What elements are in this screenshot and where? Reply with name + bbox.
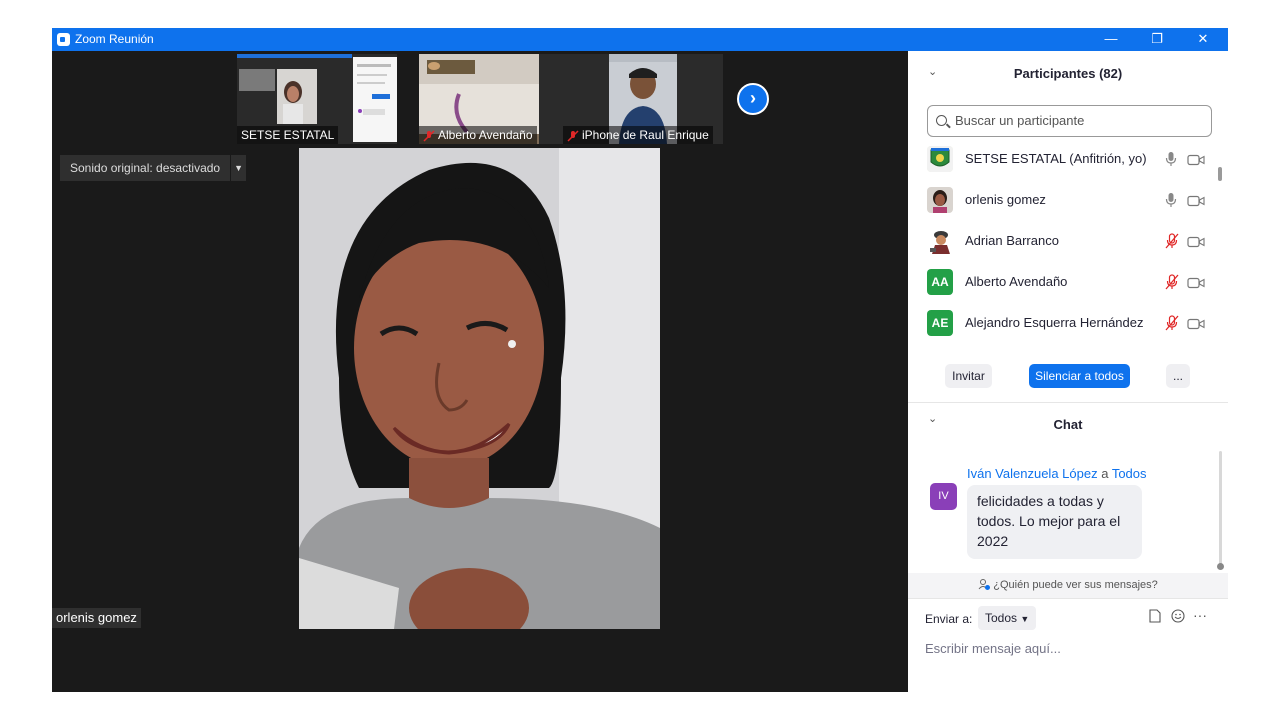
original-sound-toggle[interactable]: Sonido original: desactivado ▼	[60, 155, 247, 181]
participant-name: Alberto Avendaño	[965, 274, 1068, 289]
participant-photo-avatar	[927, 187, 953, 213]
send-to-value: Todos	[985, 611, 1018, 625]
camera-icon[interactable]	[1187, 194, 1205, 207]
chat-to-word: a	[1101, 466, 1109, 481]
thumbnail-video-3[interactable]: iPhone de Raul Enrique	[563, 54, 723, 144]
mic-muted-icon	[567, 129, 579, 142]
chat-title: Chat	[1053, 417, 1083, 432]
participant-list-scrollbar[interactable]	[1218, 167, 1222, 181]
chat-author[interactable]: Iván Valenzuela López	[967, 466, 1098, 481]
dropdown-arrow-icon[interactable]: ▼	[230, 155, 246, 181]
participant-row[interactable]: orlenis gomez	[908, 180, 1218, 221]
participant-name: orlenis gomez	[965, 192, 1046, 207]
microphone-muted-icon[interactable]	[1165, 233, 1179, 249]
microphone-icon[interactable]	[1165, 192, 1177, 208]
minimize-button[interactable]: —	[1088, 28, 1134, 51]
initials-avatar: AE	[927, 310, 953, 336]
camera-icon[interactable]	[1187, 153, 1205, 166]
mic-muted-icon	[423, 129, 435, 142]
zoom-window: Zoom Reunión — ❐ ✕ SETSE ESTATAL Alberto…	[52, 28, 1228, 692]
camera-icon[interactable]	[1187, 235, 1205, 248]
who-can-see-text: ¿Quién puede ver sus mensajes?	[993, 579, 1158, 591]
file-icon[interactable]	[1149, 609, 1161, 626]
microphone-muted-icon[interactable]	[1165, 274, 1179, 290]
who-can-see-bar[interactable]: ¿Quién puede ver sus mensajes?	[908, 573, 1228, 598]
send-to-select[interactable]: Todos ▼	[978, 606, 1037, 630]
participant-row[interactable]: Adrian Barranco	[908, 221, 1218, 262]
mute-all-button[interactable]: Silenciar a todos	[1029, 364, 1130, 388]
camera-icon[interactable]	[1187, 276, 1205, 289]
microphone-muted-icon[interactable]	[1165, 315, 1179, 331]
chat-scrollbar[interactable]	[1219, 451, 1222, 569]
participant-list: SETSE ESTATAL (Anfitrión, yo) orlenis go…	[908, 139, 1218, 349]
participant-row[interactable]: AE Alejandro Esquerra Hernández	[908, 303, 1218, 344]
window-title: Zoom Reunión	[75, 32, 154, 46]
side-panel: ⌄ Participantes (82) Buscar un participa…	[908, 51, 1228, 692]
chat-recipient[interactable]: Todos	[1112, 466, 1147, 481]
thumbnail-name: iPhone de Raul Enrique	[563, 126, 713, 144]
initials-avatar: AA	[927, 269, 953, 295]
participant-search-input[interactable]: Buscar un participante	[927, 105, 1212, 137]
panel-divider	[908, 598, 1228, 599]
participant-name: Adrian Barranco	[965, 233, 1059, 248]
chat-message-bubble: felicidades a todas y todos. Lo mejor pa…	[967, 485, 1142, 559]
video-area: SETSE ESTATAL Alberto Avendaño iPhone de…	[52, 51, 908, 692]
active-speaker-video	[299, 148, 660, 629]
more-options-button[interactable]: ...	[1166, 364, 1190, 388]
title-bar: Zoom Reunión — ❐ ✕	[52, 28, 1228, 51]
search-icon	[936, 115, 947, 126]
search-placeholder: Buscar un participante	[955, 113, 1085, 128]
chat-message-header: Iván Valenzuela López a Todos	[967, 466, 1147, 481]
microphone-icon[interactable]	[1165, 151, 1177, 167]
thumbnail-name: Alberto Avendaño	[419, 126, 537, 144]
camera-icon[interactable]	[1187, 317, 1205, 330]
participants-title: Participantes (82)	[1013, 66, 1123, 81]
participant-row[interactable]: AA Alberto Avendaño	[908, 262, 1218, 303]
emoji-icon[interactable]	[1171, 609, 1185, 626]
chat-message-input[interactable]: Escribir mensaje aquí...	[925, 641, 1061, 656]
invite-button[interactable]: Invitar	[945, 364, 992, 388]
active-speaker-name: orlenis gomez	[52, 608, 141, 628]
speaker-video-frame	[299, 148, 660, 629]
send-to-label: Enviar a:	[925, 612, 973, 626]
participant-name: Alejandro Esquerra Hernández	[965, 315, 1144, 330]
thumbnail-video-2[interactable]: Alberto Avendaño	[419, 54, 579, 144]
thumbnail-name-text: iPhone de Raul Enrique	[582, 128, 709, 142]
thumbnail-video-1[interactable]: SETSE ESTATAL	[237, 54, 397, 144]
more-chat-options-icon[interactable]: ···	[1193, 607, 1207, 623]
person-info-icon	[978, 575, 991, 590]
thumbnail-name-text: SETSE ESTATAL	[241, 128, 335, 142]
participant-row[interactable]: SETSE ESTATAL (Anfitrión, yo)	[908, 139, 1218, 180]
chat-scroll-thumb[interactable]	[1217, 563, 1224, 570]
panel-divider	[908, 402, 1228, 403]
chevron-down-icon: ▼	[1020, 614, 1030, 624]
thumbnail-name-text: Alberto Avendaño	[438, 128, 533, 142]
restore-button[interactable]: ❐	[1134, 28, 1180, 51]
next-videos-button[interactable]: ›	[737, 83, 769, 115]
participant-name: SETSE ESTATAL (Anfitrión, yo)	[965, 151, 1147, 166]
organization-logo-avatar	[927, 146, 953, 172]
close-button[interactable]: ✕	[1180, 28, 1226, 51]
original-sound-label: Sonido original: desactivado	[70, 161, 221, 175]
zoom-logo-icon	[57, 33, 70, 46]
chat-author-avatar: IV	[930, 483, 957, 510]
cartoon-avatar	[927, 228, 953, 254]
thumbnail-name: SETSE ESTATAL	[237, 126, 339, 144]
